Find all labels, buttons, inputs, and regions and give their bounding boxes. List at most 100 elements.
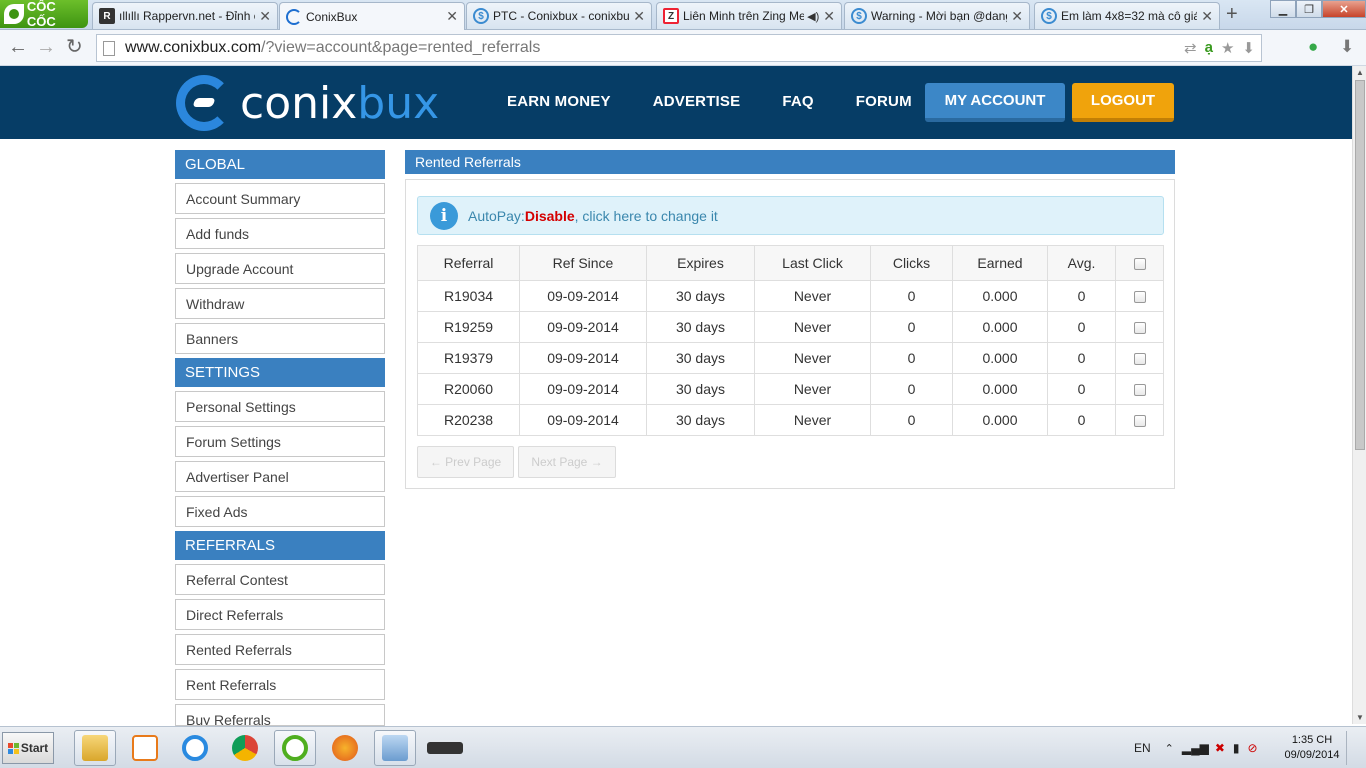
column-header[interactable]: Ref Since (519, 245, 647, 281)
sidebar-item-upgrade-account[interactable]: Upgrade Account (175, 253, 385, 284)
tab-close-icon[interactable]: ✕ (1201, 8, 1213, 25)
row-checkbox[interactable] (1133, 291, 1146, 304)
conixbux-logo[interactable]: conixbux (176, 75, 439, 131)
show-desktop-button[interactable] (1346, 731, 1364, 765)
tab-close-icon[interactable]: ✕ (259, 8, 271, 25)
sidebar-item-account-summary[interactable]: Account Summary (175, 183, 385, 214)
avg: 0 (1047, 404, 1116, 436)
earned: 0.000 (952, 342, 1048, 374)
next-page-button[interactable]: Next Page → (518, 446, 616, 478)
logo-text-part1: conix (240, 77, 358, 129)
tab-close-icon[interactable]: ✕ (1011, 8, 1023, 25)
autopay-change-link[interactable]: , click here to change it (575, 208, 718, 224)
column-header[interactable]: Last Click (754, 245, 871, 281)
sidebar-item-advertiser-panel[interactable]: Advertiser Panel (175, 461, 385, 492)
nav-earn-money[interactable]: EARN MONEY (507, 93, 611, 110)
vietnamese-typing-icon[interactable]: ạ (1205, 39, 1213, 57)
column-header[interactable]: Referral (417, 245, 520, 281)
page-scrollbar[interactable]: ▲ ▼ (1352, 66, 1366, 724)
language-indicator[interactable]: EN (1134, 741, 1151, 755)
firefox-icon[interactable] (324, 730, 366, 766)
restore-icon[interactable]: ❐ (1296, 0, 1322, 18)
expires: 30 days (646, 342, 755, 374)
speaker-icon[interactable]: ◀) (807, 10, 819, 23)
internet-explorer-icon[interactable] (174, 730, 216, 766)
main-nav: EARN MONEY ADVERTISE FAQ FORUM (507, 93, 954, 110)
browser-tab[interactable]: $ Warning - Mời bạn @dangtu ✕ (844, 2, 1030, 29)
browser-tab[interactable]: R ıllıllı Rappervn.net - Đỉnh cao ✕ (92, 2, 278, 29)
nav-forum[interactable]: FORUM (856, 93, 912, 110)
row-checkbox[interactable] (1133, 322, 1146, 335)
tab-close-icon[interactable]: ✕ (633, 8, 645, 25)
ref-since: 09-09-2014 (519, 311, 647, 343)
usb-drive-icon[interactable] (424, 730, 466, 766)
new-tab-icon[interactable]: + (1226, 4, 1238, 24)
bookmark-star-icon[interactable]: ★ (1221, 39, 1234, 57)
coccoc-browser-icon[interactable] (274, 730, 316, 766)
avg: 0 (1047, 342, 1116, 374)
download-icon[interactable]: ⬇ (1340, 37, 1354, 57)
browser-tab[interactable]: $ Em làm 4x8=32 mà cô giáo b ✕ (1034, 2, 1220, 29)
control-panel-icon[interactable] (374, 730, 416, 766)
sidebar-item-referral-contest[interactable]: Referral Contest (175, 564, 385, 595)
column-header[interactable]: Earned (952, 245, 1048, 281)
sidebar-item-personal-settings[interactable]: Personal Settings (175, 391, 385, 422)
start-button[interactable]: Start (2, 732, 54, 764)
save-page-icon[interactable]: ⬇ (1242, 39, 1255, 57)
translate-icon[interactable]: ⇄ (1184, 39, 1197, 57)
show-hidden-icons-icon[interactable]: ⌃ (1165, 742, 1174, 755)
network-warning-icon[interactable]: ✖ (1215, 741, 1225, 755)
prev-page-button[interactable]: ← Prev Page (417, 446, 514, 478)
browser-tab[interactable]: Z Liên Minh trên Zing Me ◀) ✕ (656, 2, 842, 29)
battery-icon[interactable]: ▮ (1233, 741, 1240, 755)
browser-tab-active[interactable]: ConixBux ✕ (279, 2, 465, 30)
last-click: Never (754, 280, 871, 312)
nav-advertise[interactable]: ADVERTISE (653, 93, 741, 110)
select-all-checkbox[interactable] (1133, 258, 1146, 271)
address-bar[interactable]: www.conixbux.com/?view=account&page=rent… (96, 34, 1262, 62)
close-window-icon[interactable]: ✕ (1322, 0, 1366, 18)
column-header[interactable]: Expires (646, 245, 755, 281)
sidebar-item-withdraw[interactable]: Withdraw (175, 288, 385, 319)
tab-close-icon[interactable]: ✕ (823, 8, 835, 25)
scroll-up-icon[interactable]: ▲ (1356, 68, 1364, 77)
sidebar-item-add-funds[interactable]: Add funds (175, 218, 385, 249)
scrollbar-thumb[interactable] (1355, 80, 1365, 450)
conixbux-favicon-icon: $ (1041, 8, 1057, 24)
nav-faq[interactable]: FAQ (782, 93, 813, 110)
logout-button[interactable]: LOGOUT (1072, 83, 1174, 122)
sidebar-item-direct-referrals[interactable]: Direct Referrals (175, 599, 385, 630)
my-account-button[interactable]: MY ACCOUNT (925, 83, 1065, 122)
autopay-status[interactable]: Disable (525, 208, 575, 224)
volume-muted-icon[interactable]: ⊘ (1248, 741, 1258, 755)
file-explorer-icon[interactable] (74, 730, 116, 766)
browser-tab[interactable]: $ PTC - Conixbux - conixbux.c ✕ (466, 2, 652, 29)
extension-icon[interactable]: ● (1308, 37, 1318, 57)
last-click: Never (754, 373, 871, 405)
back-arrow-icon[interactable]: ← (8, 36, 28, 58)
sidebar-section-referrals: REFERRALS (175, 531, 385, 560)
row-checkbox[interactable] (1133, 384, 1146, 397)
column-header[interactable]: Clicks (870, 245, 953, 281)
conixbux-logo-icon (176, 75, 232, 131)
scroll-down-icon[interactable]: ▼ (1356, 713, 1364, 722)
column-header[interactable]: Avg. (1047, 245, 1116, 281)
coccoc-menu-button[interactable]: CỐC CỐC (0, 0, 88, 29)
sidebar-item-forum-settings[interactable]: Forum Settings (175, 426, 385, 457)
sidebar-item-rented-referrals[interactable]: Rented Referrals (175, 634, 385, 665)
media-player-icon[interactable] (124, 730, 166, 766)
tab-close-icon[interactable]: ✕ (446, 8, 458, 25)
network-signal-icon[interactable]: ▂▄▆ (1182, 741, 1209, 755)
sidebar-item-buy-referrals[interactable]: Buy Referrals (175, 704, 385, 726)
sidebar-item-fixed-ads[interactable]: Fixed Ads (175, 496, 385, 527)
avg: 0 (1047, 311, 1116, 343)
chrome-icon[interactable] (224, 730, 266, 766)
minimize-icon[interactable]: ▁ (1270, 0, 1296, 18)
taskbar-clock[interactable]: 1:35 CH 09/09/2014 (1280, 733, 1344, 763)
reload-icon[interactable]: ↻ (66, 36, 83, 58)
sidebar-item-banners[interactable]: Banners (175, 323, 385, 354)
sidebar-item-rent-referrals[interactable]: Rent Referrals (175, 669, 385, 700)
row-checkbox[interactable] (1133, 415, 1146, 428)
forward-arrow-icon[interactable]: → (36, 36, 56, 58)
row-checkbox[interactable] (1133, 353, 1146, 366)
